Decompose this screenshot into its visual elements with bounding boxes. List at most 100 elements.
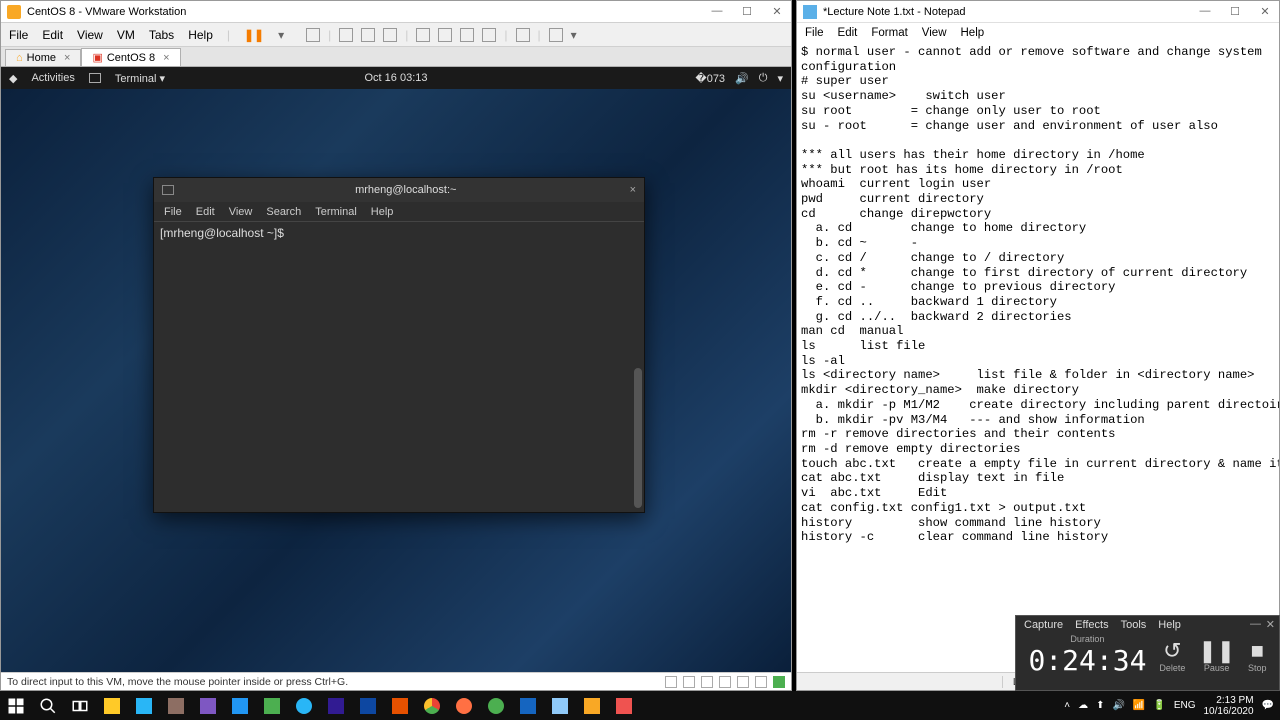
tab-home[interactable]: ⌂ Home × — [5, 49, 81, 66]
illustrator-icon[interactable] — [384, 691, 416, 720]
tab-close-icon[interactable]: × — [64, 52, 70, 64]
taskbar-app-icon[interactable] — [544, 691, 576, 720]
toolbar-icon[interactable] — [339, 28, 353, 42]
tray-icon[interactable]: ☁ — [1078, 700, 1088, 711]
vscode-icon[interactable] — [224, 691, 256, 720]
terminal-menu[interactable]: Terminal ▾ — [115, 72, 165, 85]
after-effects-icon[interactable] — [320, 691, 352, 720]
tray-chevron-icon[interactable]: ˄ — [1064, 700, 1070, 711]
menu-view[interactable]: View — [77, 28, 103, 42]
maximize-button[interactable]: ☐ — [1227, 5, 1243, 18]
status-icon[interactable] — [665, 676, 677, 688]
task-view-button[interactable] — [64, 691, 96, 720]
notifications-icon[interactable]: 💬 — [1262, 700, 1274, 711]
pause-button[interactable]: ❚❚Pause — [1198, 639, 1235, 673]
menu-edit[interactable]: Edit — [42, 28, 63, 42]
search-button[interactable] — [32, 691, 64, 720]
tab-centos[interactable]: ▣ CentOS 8 × — [81, 48, 180, 66]
rec-menu-effects[interactable]: Effects — [1075, 619, 1108, 631]
visual-studio-icon[interactable] — [192, 691, 224, 720]
menu-vm[interactable]: VM — [117, 28, 135, 42]
rec-menu-tools[interactable]: Tools — [1121, 619, 1147, 631]
menu-help[interactable]: Help — [188, 28, 213, 42]
taskbar-clock[interactable]: 2:13 PM 10/16/2020 — [1203, 695, 1253, 717]
fullscreen-icon[interactable] — [516, 28, 530, 42]
rec-menu-capture[interactable]: Capture — [1024, 619, 1063, 631]
guest-display[interactable]: ◆ Activities Terminal ▾ Oct 16 03:13 �07… — [1, 67, 791, 672]
status-icon[interactable] — [683, 676, 695, 688]
term-menu-terminal[interactable]: Terminal — [315, 206, 357, 218]
toolbar-icon[interactable] — [383, 28, 397, 42]
taskbar-app-icon[interactable] — [480, 691, 512, 720]
rec-menu-help[interactable]: Help — [1158, 619, 1181, 631]
taskbar-app-icon[interactable] — [160, 691, 192, 720]
notepad-textarea[interactable]: $ normal user - cannot add or remove sof… — [797, 43, 1279, 672]
close-button[interactable]: ✕ — [769, 5, 785, 18]
terminal-titlebar[interactable]: mrheng@localhost:~ × — [154, 178, 644, 202]
language-indicator[interactable]: ENG — [1174, 700, 1196, 711]
volume-icon[interactable]: 🔊 — [1112, 700, 1124, 711]
volume-icon[interactable]: 🔊 — [735, 72, 749, 85]
toolbar-icon[interactable] — [361, 28, 375, 42]
toolbar-icon[interactable] — [549, 28, 563, 42]
word-icon[interactable] — [512, 691, 544, 720]
np-menu-edit[interactable]: Edit — [838, 27, 858, 39]
term-menu-search[interactable]: Search — [266, 206, 301, 218]
status-icon[interactable] — [737, 676, 749, 688]
chrome-icon[interactable] — [416, 691, 448, 720]
photoshop-icon[interactable] — [352, 691, 384, 720]
toolbar-icon[interactable] — [306, 28, 320, 42]
terminal-scrollbar[interactable] — [634, 368, 642, 508]
tray-icon[interactable]: ⬆ — [1096, 700, 1104, 711]
menu-tabs[interactable]: Tabs — [149, 28, 174, 42]
np-menu-help[interactable]: Help — [961, 27, 985, 39]
toolbar-icon[interactable] — [438, 28, 452, 42]
start-button[interactable] — [0, 691, 32, 720]
status-icon[interactable] — [719, 676, 731, 688]
np-menu-format[interactable]: Format — [871, 27, 907, 39]
toolbar-icon[interactable] — [482, 28, 496, 42]
battery-icon[interactable]: 🔋 — [1153, 700, 1165, 711]
wifi-icon[interactable]: 📶 — [1133, 700, 1145, 711]
toolbar-icon[interactable] — [416, 28, 430, 42]
notepad-titlebar[interactable]: *Lecture Note 1.txt - Notepad — ☐ ✕ — [797, 1, 1279, 23]
chevron-down-icon[interactable]: ▾ — [777, 72, 783, 85]
menu-file[interactable]: File — [9, 28, 28, 42]
vmware-titlebar[interactable]: CentOS 8 - VMware Workstation — ☐ ✕ — [1, 1, 791, 23]
term-menu-edit[interactable]: Edit — [196, 206, 215, 218]
activities-button[interactable]: Activities — [31, 72, 74, 84]
terminal-body[interactable]: [mrheng@localhost ~]$ — [154, 222, 644, 512]
np-menu-file[interactable]: File — [805, 27, 824, 39]
status-icon[interactable] — [701, 676, 713, 688]
minimize-button[interactable]: — — [709, 5, 725, 18]
term-menu-help[interactable]: Help — [371, 206, 394, 218]
close-button[interactable]: ✕ — [1257, 5, 1273, 18]
gnome-clock[interactable]: Oct 16 03:13 — [365, 72, 428, 84]
np-menu-view[interactable]: View — [922, 27, 947, 39]
minimize-button[interactable]: — — [1250, 618, 1261, 630]
file-explorer-icon[interactable] — [96, 691, 128, 720]
pause-icon[interactable]: ❚❚ — [244, 28, 264, 42]
power-icon[interactable]: ⏻ — [759, 72, 768, 85]
taskbar-app-icon[interactable] — [128, 691, 160, 720]
toolbar-icon[interactable] — [460, 28, 474, 42]
network-icon[interactable]: �073 — [695, 72, 725, 85]
delete-button[interactable]: ↺Delete — [1159, 639, 1185, 673]
telegram-icon[interactable] — [288, 691, 320, 720]
dropdown-icon[interactable]: ▾ — [571, 28, 577, 42]
stop-button[interactable]: ■Stop — [1248, 639, 1267, 673]
firefox-icon[interactable] — [448, 691, 480, 720]
close-button[interactable]: ✕ — [1266, 618, 1275, 631]
recorder-taskbar-icon[interactable] — [608, 691, 640, 720]
vmware-taskbar-icon[interactable] — [576, 691, 608, 720]
term-menu-view[interactable]: View — [229, 206, 253, 218]
maximize-button[interactable]: ☐ — [739, 5, 755, 18]
term-menu-file[interactable]: File — [164, 206, 182, 218]
status-icon[interactable] — [773, 676, 785, 688]
dropdown-icon[interactable]: ▾ — [278, 28, 284, 42]
close-icon[interactable]: × — [630, 184, 636, 196]
tab-close-icon[interactable]: × — [163, 52, 169, 64]
minimize-button[interactable]: — — [1197, 5, 1213, 18]
status-icon[interactable] — [755, 676, 767, 688]
taskbar-app-icon[interactable] — [256, 691, 288, 720]
